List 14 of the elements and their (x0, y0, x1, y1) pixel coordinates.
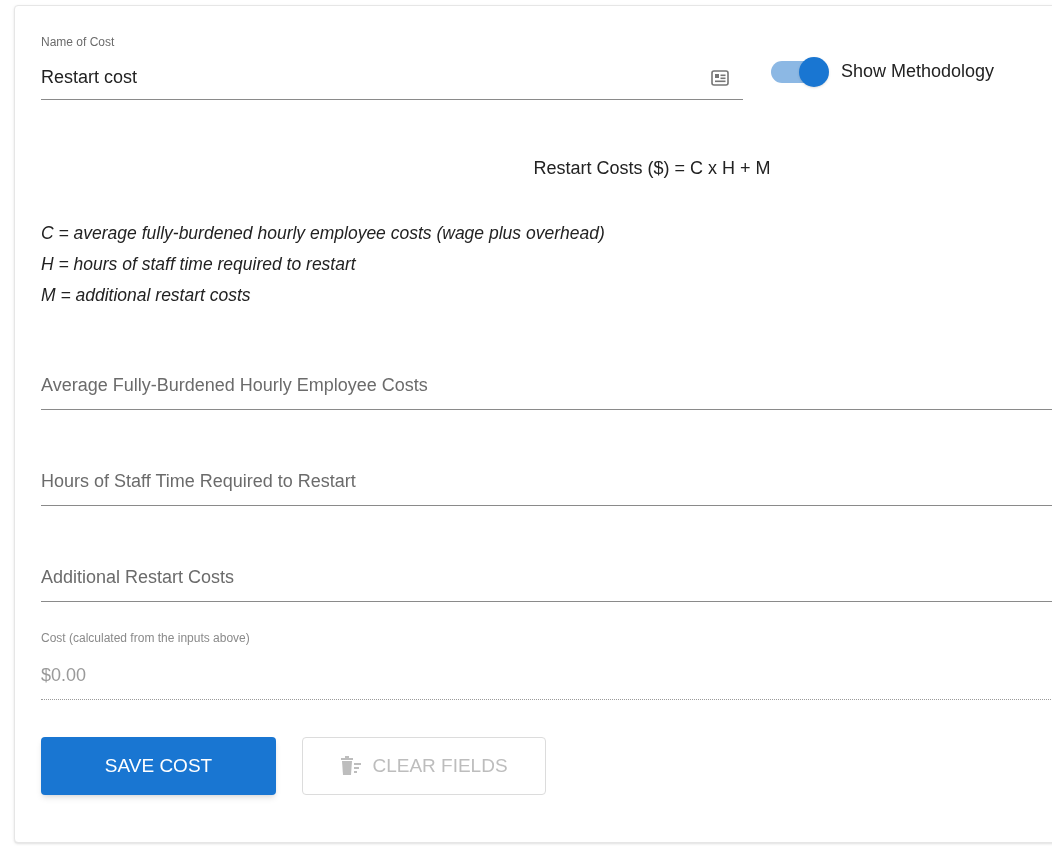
contact-card-icon[interactable] (711, 69, 729, 86)
cost-field: Cost (calculated from the inputs above) $0.00 (41, 630, 1052, 700)
formula: Restart Costs ($) = C x H + M (533, 157, 771, 180)
switch-label: Show Methodology (841, 60, 995, 83)
input-field[interactable]: Hours of Staff Time Required to Restart (41, 468, 1052, 506)
definition-text: M = additional restart costs (41, 284, 252, 306)
definition-text: C = average fully-burdened hourly employee costs (wage plus overhead) (41, 222, 606, 244)
input-field[interactable]: Average Fully-Burdened Hourly Employee Costs (41, 372, 1052, 410)
name-input[interactable]: Restart cost (41, 64, 641, 91)
save-button[interactable]: SAVE COST (41, 737, 276, 795)
trash-icon (340, 756, 363, 776)
field-label: Name of Cost (41, 34, 115, 50)
definition-text: H = hours of staff time required to restart (41, 253, 357, 275)
input-field[interactable]: Additional Restart Costs (41, 564, 1052, 602)
